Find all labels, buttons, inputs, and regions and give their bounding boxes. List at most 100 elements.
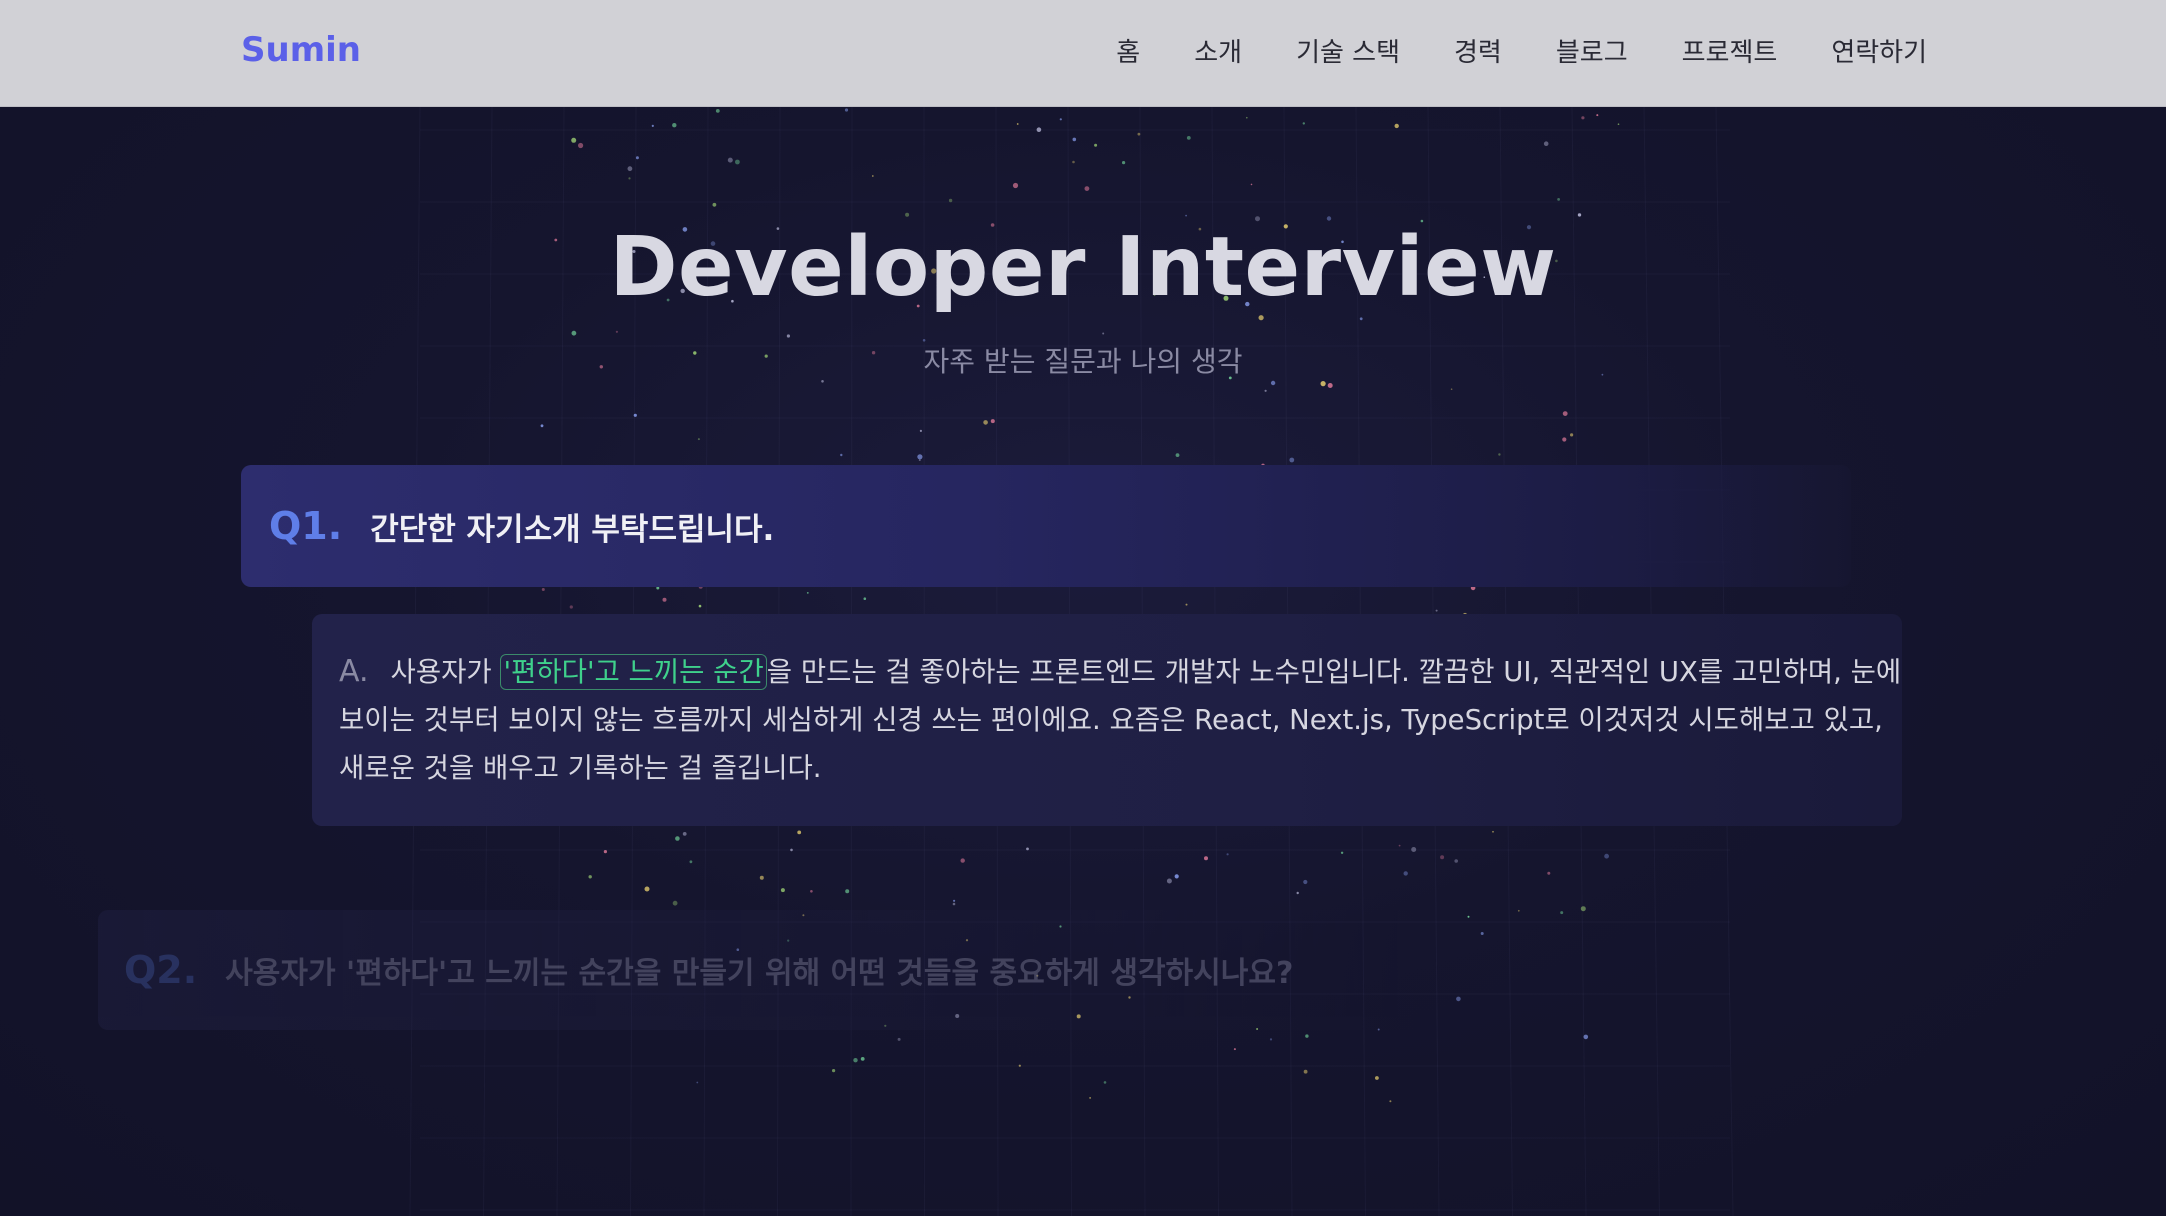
star-particle bbox=[1036, 127, 1042, 132]
star-particle bbox=[1617, 123, 1620, 125]
star-particle bbox=[953, 899, 956, 902]
star-particle bbox=[1026, 847, 1029, 851]
star-particle bbox=[1340, 851, 1344, 854]
star-particle bbox=[960, 858, 965, 863]
star-particle bbox=[675, 836, 680, 841]
star-particle bbox=[1174, 874, 1179, 879]
nav-link-career[interactable]: 경력 bbox=[1454, 32, 1502, 69]
star-particle bbox=[1204, 856, 1208, 861]
star-particle bbox=[603, 850, 608, 854]
brand-logo[interactable]: Sumin bbox=[241, 30, 361, 70]
star-particle bbox=[1327, 383, 1333, 388]
star-particle bbox=[990, 419, 995, 424]
star-particle bbox=[1303, 879, 1308, 885]
star-particle bbox=[840, 453, 843, 457]
star-particle bbox=[540, 424, 544, 428]
star-particle bbox=[571, 330, 577, 336]
star-particle bbox=[1411, 847, 1417, 852]
nav-link-tech-stack[interactable]: 기술 스택 bbox=[1296, 32, 1400, 69]
star-particle bbox=[832, 1069, 836, 1073]
star-particle bbox=[1359, 317, 1363, 321]
star-particle bbox=[1375, 1076, 1379, 1080]
star-particle bbox=[696, 1081, 699, 1084]
star-particle bbox=[1246, 116, 1248, 119]
star-particle bbox=[1604, 853, 1609, 859]
star-particle bbox=[1562, 437, 1567, 442]
star-particle bbox=[1557, 198, 1560, 201]
star-particle bbox=[806, 592, 809, 594]
star-particle bbox=[1166, 878, 1172, 884]
star-particle bbox=[1450, 388, 1453, 391]
star-particle bbox=[1498, 453, 1501, 456]
nav-links: 홈 소개 기술 스택 경력 블로그 프로젝트 연락하기 bbox=[1116, 32, 1927, 69]
nav-link-about[interactable]: 소개 bbox=[1194, 32, 1242, 69]
star-particle bbox=[1517, 909, 1520, 912]
star-particle bbox=[569, 605, 573, 609]
star-particle bbox=[1185, 603, 1188, 606]
star-particle bbox=[918, 459, 921, 461]
star-particle bbox=[1226, 853, 1229, 856]
star-particle bbox=[810, 890, 813, 893]
page-title: Developer Interview bbox=[609, 220, 1557, 315]
star-particle bbox=[662, 597, 667, 602]
nav-link-projects[interactable]: 프로젝트 bbox=[1682, 32, 1778, 69]
nav-link-contact[interactable]: 연락하기 bbox=[1831, 32, 1927, 69]
star-particle bbox=[1059, 118, 1062, 121]
star-particle bbox=[633, 413, 637, 417]
star-particle bbox=[715, 109, 720, 113]
nav-link-home[interactable]: 홈 bbox=[1116, 32, 1140, 69]
star-particle bbox=[1175, 453, 1180, 457]
star-particle bbox=[628, 177, 631, 180]
star-particle bbox=[1543, 141, 1549, 146]
star-particle bbox=[853, 1058, 858, 1063]
star-particle bbox=[863, 597, 867, 600]
question-card-q1[interactable]: Q1. 간단한 자기소개 부탁드립니다. bbox=[241, 465, 1851, 587]
star-particle bbox=[1398, 844, 1401, 847]
star-particle bbox=[1583, 1034, 1589, 1040]
star-particle bbox=[615, 330, 619, 333]
star-particle bbox=[697, 438, 700, 441]
star-particle bbox=[1320, 381, 1326, 387]
star-particle bbox=[1233, 1048, 1236, 1051]
star-particle bbox=[651, 124, 654, 127]
star-particle bbox=[1137, 132, 1141, 136]
page-subtitle: 자주 받는 질문과 나의 생각 bbox=[923, 345, 1243, 378]
star-particle bbox=[735, 159, 740, 165]
star-particle bbox=[844, 108, 849, 112]
star-particle bbox=[1270, 380, 1276, 386]
star-particle bbox=[952, 902, 956, 906]
star-particle bbox=[1577, 213, 1582, 217]
star-particle bbox=[786, 334, 791, 338]
star-particle bbox=[1547, 871, 1551, 875]
star-particle bbox=[1186, 136, 1191, 140]
star-particle bbox=[1570, 433, 1574, 437]
star-particle bbox=[1289, 457, 1295, 463]
star-particle bbox=[1296, 891, 1299, 895]
star-particle bbox=[1580, 906, 1586, 912]
star-particle bbox=[948, 198, 953, 203]
star-particle bbox=[588, 875, 592, 879]
star-particle bbox=[1185, 214, 1187, 217]
star-particle bbox=[1269, 1038, 1273, 1041]
star-particle bbox=[1581, 116, 1585, 120]
star-particle bbox=[1305, 1034, 1309, 1038]
star-particle bbox=[845, 889, 850, 894]
star-particle bbox=[1016, 123, 1019, 125]
star-particle bbox=[627, 166, 633, 172]
star-particle bbox=[797, 830, 802, 835]
star-particle bbox=[1480, 932, 1484, 935]
star-particle bbox=[871, 175, 874, 177]
answer-text-prefix: 사용자가 bbox=[390, 656, 501, 688]
star-particle bbox=[919, 429, 923, 432]
star-particle bbox=[1103, 1081, 1107, 1084]
star-particle bbox=[917, 454, 923, 460]
star-particle bbox=[860, 1057, 865, 1061]
question-card-q2[interactable]: Q2. 사용자가 '편하다'고 느끼는 순간을 만들기 위해 어떤 것들을 중요… bbox=[98, 910, 1418, 1030]
star-particle bbox=[635, 156, 639, 160]
star-particle bbox=[1596, 114, 1599, 117]
star-particle bbox=[821, 380, 824, 383]
answer-highlight: '편하다'고 느끼는 순간 bbox=[500, 654, 767, 690]
star-particle bbox=[571, 137, 577, 143]
star-particle bbox=[1089, 1097, 1091, 1099]
nav-link-blog[interactable]: 블로그 bbox=[1556, 32, 1628, 69]
